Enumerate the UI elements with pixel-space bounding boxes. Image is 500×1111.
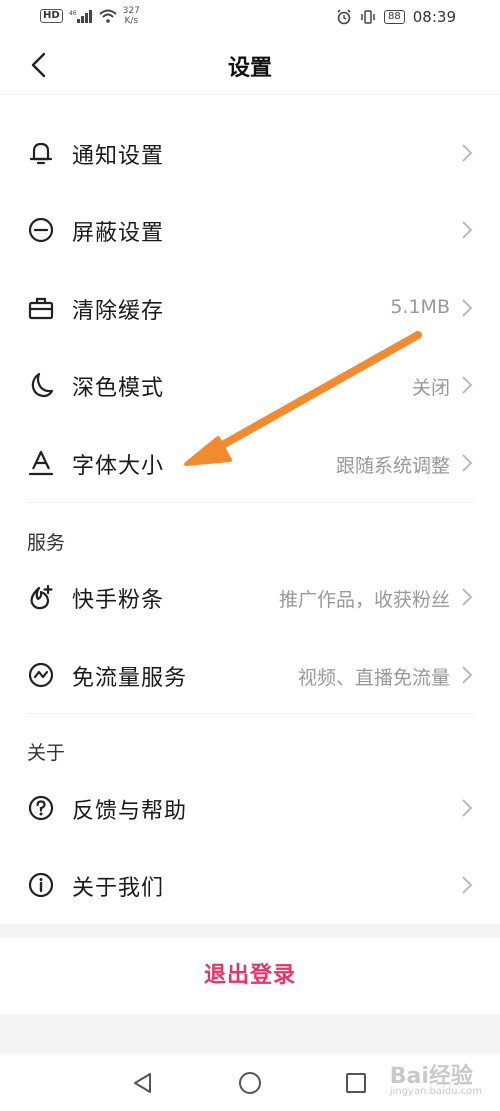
row-notification-settings[interactable]: 通知设置 bbox=[0, 123, 500, 183]
chevron-right-icon bbox=[462, 454, 473, 472]
row-label: 反馈与帮助 bbox=[72, 799, 188, 824]
status-left: HD 46 327 K/s bbox=[40, 6, 140, 26]
row-kuaishou-fentiao[interactable]: 快手粉条 推广作品，收获粉丝 bbox=[0, 567, 500, 627]
help-icon bbox=[28, 795, 54, 821]
baidu-watermark: Bai经验 jingyan.baidu.com bbox=[390, 1058, 482, 1097]
circle-home-icon bbox=[239, 1072, 261, 1094]
hd-badge: HD bbox=[40, 9, 63, 23]
chevron-right-icon bbox=[462, 376, 473, 394]
header: 设置 bbox=[0, 36, 500, 95]
square-recents-icon bbox=[346, 1073, 366, 1093]
row-about-us[interactable]: 关于我们 bbox=[0, 855, 500, 915]
chevron-right-icon bbox=[462, 221, 473, 239]
row-label: 清除缓存 bbox=[72, 299, 165, 324]
row-label: 深色模式 bbox=[72, 376, 165, 401]
font-size-value: 跟随系统调整 bbox=[335, 455, 450, 477]
signal-icon: 46 bbox=[69, 10, 92, 23]
row-label: 通知设置 bbox=[72, 144, 165, 169]
speed-unit: K/s bbox=[124, 16, 139, 26]
status-right: 88 08:39 bbox=[336, 8, 456, 26]
row-data-free-service[interactable]: 免流量服务 视频、直播免流量 bbox=[0, 645, 500, 705]
cache-size: 5.1MB bbox=[390, 296, 450, 318]
row-clear-cache[interactable]: 清除缓存 5.1MB bbox=[0, 278, 500, 338]
wifi-icon bbox=[99, 9, 117, 23]
page-title: 设置 bbox=[227, 56, 272, 81]
row-label: 字体大小 bbox=[72, 454, 165, 479]
nav-back-button[interactable] bbox=[130, 1070, 156, 1096]
section-gap bbox=[0, 924, 500, 938]
row-label: 关于我们 bbox=[72, 876, 165, 901]
nav-home-button[interactable] bbox=[237, 1070, 263, 1096]
promote-icon bbox=[30, 584, 53, 610]
data-free-icon bbox=[28, 662, 54, 688]
row-block-settings[interactable]: 屏蔽设置 bbox=[0, 200, 500, 260]
speed-value: 327 bbox=[122, 6, 140, 16]
chevron-right-icon bbox=[462, 666, 473, 684]
chevron-right-icon bbox=[462, 299, 473, 317]
row-dark-mode[interactable]: 深色模式 关闭 bbox=[0, 355, 500, 415]
chevron-right-icon bbox=[462, 588, 473, 606]
chevron-right-icon bbox=[462, 799, 473, 817]
network-type: 46 bbox=[69, 10, 77, 17]
clock: 08:39 bbox=[412, 8, 456, 26]
watermark-url: jingyan.baidu.com bbox=[389, 1086, 482, 1097]
vibrate-icon bbox=[361, 10, 375, 24]
block-icon bbox=[28, 217, 54, 243]
section-divider bbox=[27, 713, 474, 714]
row-label: 快手粉条 bbox=[72, 588, 165, 613]
row-value: 推广作品，收获粉丝 bbox=[278, 589, 450, 611]
logout-button[interactable]: 退出登录 bbox=[0, 938, 500, 1014]
status-bar: HD 46 327 K/s 88 08:39 bbox=[0, 0, 500, 36]
network-speed: 327 K/s bbox=[123, 6, 140, 26]
bell-icon bbox=[29, 142, 53, 165]
battery-indicator: 88 bbox=[384, 10, 405, 24]
toolbox-icon bbox=[28, 297, 54, 320]
info-icon bbox=[28, 872, 54, 898]
font-icon bbox=[28, 450, 54, 476]
row-label: 免流量服务 bbox=[72, 666, 188, 691]
section-title-about: 关于 bbox=[27, 742, 66, 764]
chevron-right-icon bbox=[462, 876, 473, 894]
dark-mode-status: 关闭 bbox=[411, 377, 450, 399]
section-title-services: 服务 bbox=[27, 532, 66, 554]
row-font-size[interactable]: 字体大小 跟随系统调整 bbox=[0, 433, 500, 493]
row-feedback-help[interactable]: 反馈与帮助 bbox=[0, 778, 500, 838]
moon-icon bbox=[31, 372, 54, 398]
triangle-back-icon bbox=[134, 1073, 151, 1093]
section-gap bbox=[0, 1014, 500, 1054]
section-divider bbox=[27, 502, 474, 503]
chevron-right-icon bbox=[462, 144, 473, 162]
row-label: 屏蔽设置 bbox=[72, 221, 165, 246]
nav-recents-button[interactable] bbox=[343, 1070, 369, 1096]
alarm-icon bbox=[337, 9, 351, 25]
row-value: 视频、直播免流量 bbox=[297, 667, 450, 689]
